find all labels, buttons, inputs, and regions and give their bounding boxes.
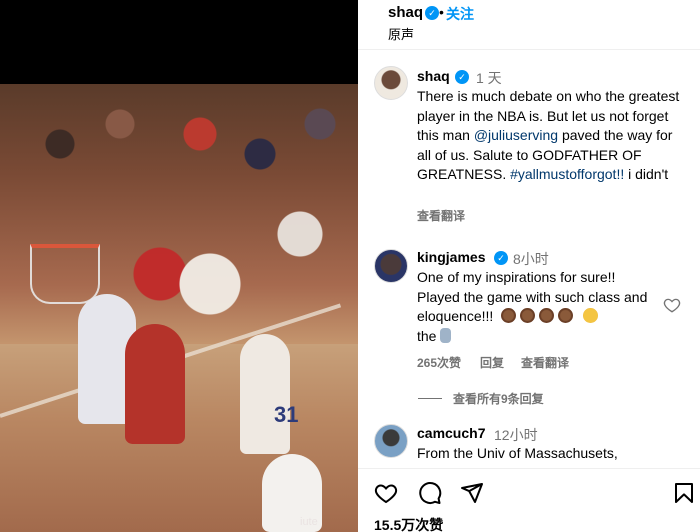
- comment-time[interactable]: 8小时: [513, 249, 549, 269]
- comment-body-tail: the: [417, 327, 437, 344]
- comment-username[interactable]: kingjames: [417, 249, 485, 265]
- view-replies-button[interactable]: 查看所有9条回复: [453, 390, 544, 407]
- clap-emoji-icon: [520, 308, 536, 323]
- like-count[interactable]: 15.5万次赞: [374, 515, 443, 532]
- translate-button[interactable]: 查看翻译: [417, 207, 465, 224]
- jersey-number: 31: [274, 402, 299, 427]
- comment-username[interactable]: shaq: [417, 68, 450, 84]
- mention-link[interactable]: @juliuserving: [474, 127, 558, 143]
- heart-icon[interactable]: [374, 481, 398, 505]
- smile-emoji-icon: [583, 308, 599, 323]
- separator-dot: •: [439, 4, 444, 20]
- caption-part: i didn't: [624, 166, 669, 182]
- bookmark-icon[interactable]: [672, 481, 696, 505]
- verified-icon: ✓: [455, 70, 469, 84]
- follow-button[interactable]: 关注: [446, 4, 474, 24]
- avatar[interactable]: [374, 66, 408, 100]
- translate-button[interactable]: 查看翻译: [521, 354, 569, 371]
- comment-time[interactable]: 12小时: [494, 425, 538, 445]
- comment-time[interactable]: 1 天: [476, 68, 502, 88]
- basketball-hoop: [30, 244, 100, 304]
- watermark: iute: [300, 516, 318, 528]
- action-bar: 15.5万次赞: [358, 468, 700, 532]
- player-white-jersey-right: [240, 334, 290, 454]
- clap-emoji-icon: [558, 308, 574, 323]
- comment-icon[interactable]: [418, 481, 442, 505]
- comment-likes[interactable]: 265次赞: [417, 354, 461, 371]
- verified-icon: ✓: [425, 6, 439, 20]
- share-icon[interactable]: [460, 481, 484, 505]
- post-header: shaq ✓ • 关注 原声: [358, 0, 700, 50]
- post-panel: shaq ✓ • 关注 原声 shaq ✓ 1 天 There is much …: [358, 0, 700, 532]
- replies-divider: [418, 398, 442, 399]
- header-username[interactable]: shaq: [388, 4, 423, 21]
- comment-text: One of my inspirations for sure!! Played…: [417, 268, 652, 346]
- avatar[interactable]: [374, 249, 408, 283]
- comment-username[interactable]: camcuch7: [417, 425, 485, 441]
- hashtag-link[interactable]: #yallmustofforgot!!: [510, 166, 624, 182]
- comment-text: From the Univ of Massachusets,: [417, 445, 618, 461]
- heart-icon[interactable]: [663, 296, 681, 314]
- reply-button[interactable]: 回复: [480, 354, 504, 371]
- caption-text: There is much debate on who the greatest…: [417, 87, 687, 185]
- post-media[interactable]: 31 iute: [0, 0, 358, 532]
- person-emoji-icon: [440, 327, 452, 343]
- audio-label[interactable]: 原声: [388, 24, 414, 43]
- player-red-jersey: [125, 324, 185, 444]
- avatar[interactable]: [374, 424, 408, 458]
- video-frame[interactable]: [0, 84, 358, 532]
- verified-icon: ✓: [494, 251, 508, 265]
- clap-emoji-icon: [501, 308, 517, 323]
- clap-emoji-icon: [539, 308, 555, 323]
